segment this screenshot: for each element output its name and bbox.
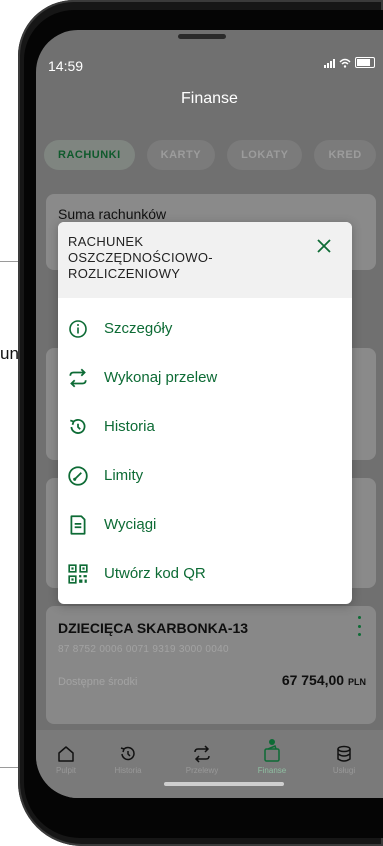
tab-kredyty[interactable]: KRED — [314, 140, 376, 170]
history-icon — [120, 746, 135, 761]
nav-item-label: Przelewy — [185, 766, 219, 775]
limits-icon — [66, 464, 90, 488]
balance-currency: PLN — [348, 677, 366, 687]
page-title: Finanse — [181, 90, 238, 107]
nav-item-przelewy[interactable]: Przelewy — [172, 744, 232, 775]
modal-header: RACHUNEK OSZCZĘDNOŚCIOWO-ROZLICZENIOWY — [58, 222, 352, 298]
account-options-modal: RACHUNEK OSZCZĘDNOŚCIOWO-ROZLICZENIOWY S… — [58, 222, 352, 604]
account-balance: 67 754,00 PLN — [282, 672, 366, 688]
modal-menu: Szczegóły Wykonaj przelew Historia Limit… — [58, 304, 352, 598]
menu-item-limity[interactable]: Limity — [58, 451, 352, 500]
history-icon — [66, 415, 90, 439]
wifi-icon — [339, 58, 351, 68]
tab-lokaty[interactable]: LOKATY — [227, 140, 303, 170]
account-card[interactable]: DZIECIĘCA SKARBONKA-13 87 8752 0006 0071… — [46, 606, 376, 724]
modal-title: RACHUNEK OSZCZĘDNOŚCIOWO-ROZLICZENIOWY — [68, 234, 213, 281]
available-funds-label: Dostępne środki — [58, 676, 138, 688]
info-icon — [66, 317, 90, 341]
nav-item-pulpit[interactable]: Pulpit — [36, 744, 96, 775]
speaker-slot — [178, 34, 226, 39]
menu-item-label: Limity — [104, 467, 144, 484]
nav-item-label: Usługi — [332, 766, 356, 775]
menu-item-label: Szczegóły — [104, 320, 173, 337]
transfer-icon — [194, 745, 210, 763]
tab-bar: RACHUNKI KARTY LOKATY KRED — [44, 140, 376, 170]
nav-item-finanse[interactable]: Finanse — [242, 739, 302, 775]
nav-item-historia[interactable]: Historia — [98, 744, 158, 775]
nav-item-label: Finanse — [257, 766, 287, 775]
tab-karty[interactable]: KARTY — [146, 140, 216, 170]
account-number: 87 8752 0006 0071 9319 3000 0040 — [58, 644, 229, 655]
bottom-nav: Pulpit Historia Przelewy Finanse Usługi — [36, 730, 383, 798]
nav-item-label: Historia — [114, 766, 142, 775]
more-options-icon[interactable] — [352, 616, 366, 636]
nav-item-label: Pulpit — [55, 766, 76, 775]
menu-item-label: Wykonaj przelew — [104, 369, 218, 386]
status-time: 14:59 — [48, 58, 84, 74]
menu-item-utworz-kod-qr[interactable]: Utwórz kod QR — [58, 549, 352, 598]
signal-icon — [324, 58, 335, 68]
statements-icon — [66, 513, 90, 537]
menu-item-historia[interactable]: Historia — [58, 402, 352, 451]
nav-item-uslugi[interactable]: Usługi — [314, 744, 374, 775]
close-icon[interactable] — [316, 238, 332, 254]
account-name: DZIECIĘCA SKARBONKA-13 — [58, 620, 249, 636]
home-indicator — [164, 782, 284, 786]
menu-item-label: Wyciągi — [104, 516, 157, 533]
menu-item-wyciagi[interactable]: Wyciągi — [58, 500, 352, 549]
database-icon — [337, 745, 351, 762]
summary-label: Suma rachunków — [58, 206, 167, 222]
menu-item-szczegoly[interactable]: Szczegóły — [58, 304, 352, 353]
status-icons — [324, 57, 375, 68]
qr-code-icon — [66, 562, 90, 586]
balance-amount: 67 754,00 — [281, 672, 345, 688]
menu-item-label: Utwórz kod QR — [104, 565, 206, 582]
home-icon — [58, 746, 74, 762]
transfer-icon — [66, 366, 90, 390]
menu-item-label: Historia — [104, 418, 155, 435]
wallet-icon — [264, 744, 280, 762]
tab-rachunki[interactable]: RACHUNKI — [44, 140, 135, 170]
active-indicator — [269, 739, 275, 745]
battery-icon — [355, 57, 375, 68]
menu-item-wykonaj-przelew[interactable]: Wykonaj przelew — [58, 353, 352, 402]
